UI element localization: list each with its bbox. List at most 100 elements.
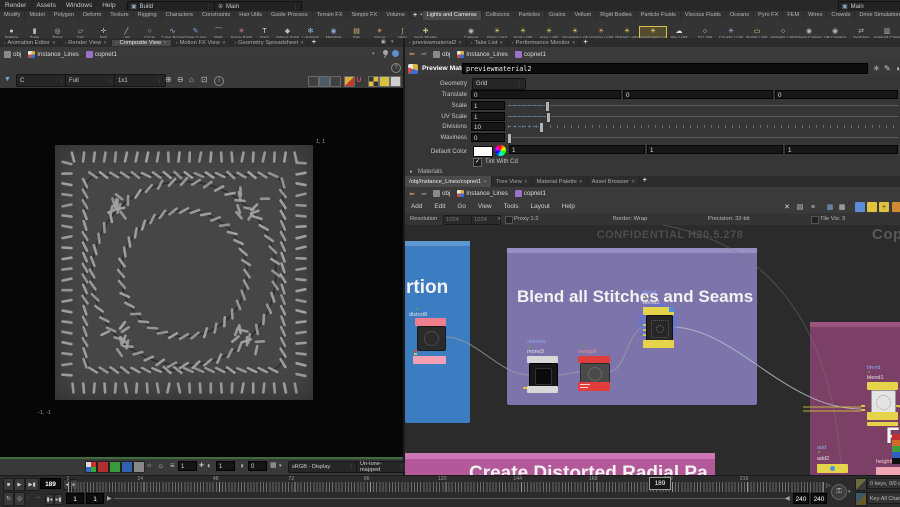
range-end-field[interactable]: 240	[793, 493, 809, 504]
pane-tab-geometry-spreadsheet[interactable]: ▪Geometry Spreadsheet✕	[231, 40, 309, 46]
gamma-field[interactable]: 0	[248, 461, 267, 471]
render-icon[interactable]	[344, 76, 355, 87]
menu-help[interactable]: Help	[97, 0, 120, 11]
pane-tab-motion-fx-view[interactable]: ▪Motion FX View✕	[172, 40, 231, 46]
color-swatch[interactable]	[473, 146, 493, 157]
blue-channel-button[interactable]	[121, 461, 133, 473]
fit-view-icon[interactable]: ⊡	[201, 74, 208, 85]
stop-button[interactable]: ■	[3, 478, 14, 491]
node-add2-label[interactable]: add2	[817, 456, 829, 462]
uvscale-field[interactable]: 1	[471, 112, 505, 121]
node-distort8-topbar[interactable]	[415, 318, 446, 326]
netbox-header[interactable]	[405, 241, 470, 246]
pane-menu-icon[interactable]: ▾	[391, 39, 394, 45]
badge-icon[interactable]: ▤	[795, 202, 805, 212]
range-start-field[interactable]: 1	[86, 493, 104, 504]
shelf-tab[interactable]: Guide Process	[267, 11, 313, 20]
breadcrumb-copnet1[interactable]: copnet1	[515, 51, 546, 58]
info-icon[interactable]: i	[214, 76, 224, 86]
key-button[interactable]: ⚿	[831, 484, 847, 500]
shelf-tab[interactable]: Terrain FX	[313, 11, 348, 20]
network-menu-help[interactable]: Help	[556, 200, 581, 213]
translate-x-field[interactable]: 0	[471, 90, 621, 99]
uvscale-slider[interactable]	[508, 116, 898, 117]
netbox-header[interactable]	[810, 322, 900, 327]
node-port[interactable]	[896, 405, 900, 407]
breadcrumb-obj[interactable]: obj	[4, 51, 21, 58]
alpha-channel-button[interactable]	[133, 461, 145, 473]
breadcrumb-obj[interactable]: obj	[433, 51, 450, 58]
node-port[interactable]	[861, 409, 865, 411]
translate-z-field[interactable]: 0	[775, 90, 898, 99]
close-icon[interactable]: ✕	[499, 40, 503, 46]
pane-tab-animation-editor[interactable]: ▪Animation Editor✕	[0, 40, 61, 46]
tilevis-checkbox[interactable]	[811, 216, 819, 224]
netbox-radial[interactable]: Create Distorted Radial Pa	[405, 453, 715, 475]
node-mono3-label[interactable]: mono3	[527, 349, 544, 355]
list-mode-icon[interactable]: ≡	[808, 202, 818, 212]
breadcrumb-copnet1[interactable]: copnet1	[515, 190, 546, 197]
network-tab[interactable]: Asset Browser✕	[588, 176, 640, 187]
folder-icon[interactable]	[892, 202, 900, 212]
node-flag-dot[interactable]	[529, 346, 531, 348]
realtime-toggle-icon[interactable]: ◎	[14, 492, 25, 506]
network-menu-view[interactable]: View	[472, 200, 498, 213]
scale-slider-handle[interactable]	[545, 101, 550, 112]
skip-to-end-button[interactable]: ▶▮	[25, 478, 39, 491]
nav-back-icon[interactable]: ⬅	[409, 50, 415, 58]
keys-icon[interactable]	[855, 478, 867, 491]
network-canvas[interactable]: CONFIDENTIAL H20.5.278 Cope rtion Blend …	[405, 225, 900, 475]
close-icon[interactable]: ✕	[163, 40, 167, 46]
node-blend1[interactable]	[871, 390, 896, 414]
shelf-tab[interactable]: Rigging	[134, 11, 162, 20]
node-port[interactable]	[861, 405, 865, 407]
display-mode-button[interactable]	[319, 76, 330, 87]
close-icon[interactable]: ✕	[300, 40, 304, 46]
close-icon[interactable]: ✕	[483, 179, 487, 185]
waviness-slider[interactable]	[508, 137, 898, 138]
shelf-tab[interactable]: Lights and Cameras	[423, 11, 482, 20]
global-start-field[interactable]: 1	[66, 493, 84, 504]
node-port[interactable]	[414, 350, 417, 352]
node-mono3-topbar[interactable]	[527, 356, 558, 363]
node-distort8[interactable]	[417, 326, 446, 351]
quad-view-icon[interactable]	[390, 76, 401, 87]
pane-tab-composite-view[interactable]: ▪Composite View✕	[112, 40, 172, 46]
brush-icon[interactable]: ✎	[884, 64, 891, 73]
shelf-tab[interactable]: Crowds	[827, 11, 855, 20]
key-all-icon[interactable]	[855, 492, 867, 506]
zoom-out-icon[interactable]: ⊖	[177, 74, 184, 85]
close-icon[interactable]: ✕	[222, 40, 226, 46]
fps-icon[interactable]: ∴	[27, 495, 30, 501]
add-pane-tab-button[interactable]: +	[640, 176, 650, 187]
play-button[interactable]: ▶	[14, 478, 25, 491]
node-port[interactable]	[643, 334, 646, 336]
shelf-tab[interactable]: Characters	[162, 11, 198, 20]
shelf-tab[interactable]: Polygon	[50, 11, 79, 20]
nav-forward-icon[interactable]: ➡	[421, 50, 427, 58]
magnet-snap-icon[interactable]: ∪	[356, 74, 362, 85]
playhead[interactable]: 189	[649, 477, 671, 490]
network-menu-layout[interactable]: Layout	[525, 200, 556, 213]
gear-icon[interactable]: ✳	[873, 64, 880, 73]
materials-section-label[interactable]: Materials	[418, 169, 442, 175]
contrast-icon[interactable]: ◐	[207, 461, 212, 471]
range-slider[interactable]	[114, 498, 786, 499]
translate-y-field[interactable]: 0	[623, 90, 773, 99]
network-tab[interactable]: Material Palette✕	[533, 176, 588, 187]
range-end-button[interactable]: ▸▮	[54, 494, 63, 505]
node-height[interactable]	[876, 467, 900, 475]
shelf-tab[interactable]: Constraints	[198, 11, 235, 20]
add-shelf-tab-button[interactable]: +	[410, 11, 420, 20]
color-palette-icon[interactable]	[892, 434, 900, 464]
node-flag-dot[interactable]	[645, 296, 647, 298]
loop-mode-icon[interactable]: ↻	[3, 492, 14, 506]
shelf-tab[interactable]: Deform	[79, 11, 106, 20]
exposure-icon[interactable]: ≡	[170, 461, 175, 471]
waviness-slider-handle[interactable]	[507, 133, 512, 144]
help-icon[interactable]: ?	[391, 63, 401, 73]
shelf-tab[interactable]: Oceans	[726, 11, 754, 20]
close-icon[interactable]: ✕	[631, 179, 635, 185]
composite-viewport[interactable]: 1, 1 -1, -1	[0, 88, 403, 457]
node-flag-dot[interactable]	[818, 451, 820, 453]
